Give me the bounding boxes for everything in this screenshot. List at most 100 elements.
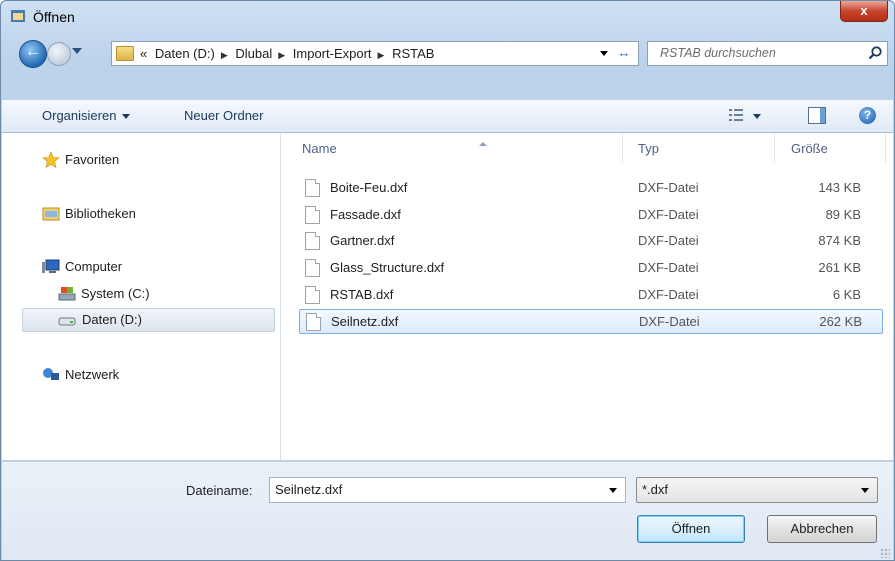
sort-ascending-icon (479, 142, 487, 146)
file-name: Seilnetz.dxf (331, 314, 399, 329)
file-type: DXF-Datei (638, 287, 699, 302)
file-size: 261 KB (818, 260, 861, 275)
main-content: Favoriten Bibliotheken Computer System (… (2, 133, 893, 460)
nav-label: Bibliotheken (65, 206, 136, 221)
breadcrumb-separator-icon[interactable]: ▶ (278, 50, 285, 60)
file-icon (305, 206, 320, 224)
file-row[interactable]: Gartner.dxf DXF-Datei 874 KB (299, 229, 881, 252)
search-icon[interactable] (867, 45, 883, 61)
breadcrumb-separator-icon[interactable]: ▶ (378, 50, 385, 60)
open-file-dialog: Öffnen x ← « Daten (D:) ▶ Dlubal ▶ Import-… (0, 0, 895, 561)
window-title: Öffnen (33, 9, 75, 25)
file-size: 262 KB (819, 314, 862, 329)
column-divider[interactable] (885, 133, 886, 163)
column-label: Name (302, 141, 337, 156)
views-icon[interactable] (729, 109, 743, 121)
dialog-footer: Dateiname: Seilnetz.dxf *.dxf Öffnen Abb… (2, 461, 893, 560)
help-icon[interactable]: ? (859, 107, 876, 124)
address-dropdown-icon[interactable] (600, 51, 608, 56)
navigation-bar: ← « Daten (D:) ▶ Dlubal ▶ Import-Export ▶ R… (11, 38, 888, 68)
breadcrumb-item-rstab[interactable]: RSTAB (392, 46, 434, 61)
file-size: 89 KB (825, 207, 861, 222)
organize-menu[interactable]: Organisieren (42, 108, 131, 123)
nav-item-system-c[interactable]: System (C:) (58, 283, 258, 305)
file-icon (305, 179, 320, 197)
filename-label: Dateiname: (186, 483, 253, 498)
folder-icon (116, 46, 134, 61)
file-list: Name Typ Größe Boite-Feu.dxf DXF-Datei 1… (281, 133, 893, 460)
column-header-size[interactable]: Größe (791, 141, 828, 156)
file-icon (305, 259, 320, 277)
cancel-button[interactable]: Abbrechen (767, 515, 877, 543)
nav-label: Favoriten (65, 152, 120, 167)
filename-combobox[interactable]: Seilnetz.dxf (269, 477, 626, 503)
file-size: 874 KB (818, 233, 861, 248)
nav-item-data-d[interactable]: Daten (D:) (22, 308, 275, 332)
file-name: RSTAB.dxf (330, 287, 394, 302)
file-name: Gartner.dxf (330, 233, 395, 248)
nav-item-network[interactable]: Netzwerk (42, 364, 262, 386)
file-row[interactable]: Fassade.dxf DXF-Datei 89 KB (299, 203, 881, 226)
file-type: DXF-Datei (638, 207, 699, 222)
file-icon (306, 313, 321, 331)
back-arrow-icon: ← (25, 43, 41, 60)
file-size: 143 KB (818, 180, 861, 195)
new-folder-button[interactable]: Neuer Ordner (184, 108, 263, 123)
library-icon (42, 207, 60, 221)
chevron-down-icon (122, 114, 131, 120)
column-header-type[interactable]: Typ (638, 141, 659, 156)
file-row-selected[interactable]: Seilnetz.dxf DXF-Datei 262 KB (299, 309, 883, 334)
file-row[interactable]: Boite-Feu.dxf DXF-Datei 143 KB (299, 176, 881, 199)
nav-label: Computer (65, 259, 123, 274)
file-type-filter-select[interactable]: *.dxf (636, 477, 878, 503)
chevron-down-icon (861, 488, 869, 493)
column-header-name[interactable]: Name (302, 141, 622, 156)
filter-value: *.dxf (642, 482, 669, 497)
file-type: DXF-Datei (639, 314, 700, 329)
preview-pane-icon[interactable] (808, 107, 826, 124)
file-row[interactable]: RSTAB.dxf DXF-Datei 6 KB (299, 283, 881, 306)
nav-label: Netzwerk (65, 367, 120, 382)
close-button[interactable]: x (840, 1, 888, 22)
file-row[interactable]: Glass_Structure.dxf DXF-Datei 261 KB (299, 256, 881, 279)
nav-label: System (C:) (81, 286, 150, 301)
search-input[interactable]: RSTAB durchsuchen (647, 41, 888, 66)
star-icon (42, 152, 60, 168)
breadcrumb: « Daten (D:) ▶ Dlubal ▶ Import-Export ▶ RST… (140, 46, 438, 61)
breadcrumb-overflow[interactable]: « (140, 46, 147, 61)
nav-item-computer[interactable]: Computer (42, 256, 262, 278)
column-divider[interactable] (774, 133, 775, 163)
forward-button[interactable] (47, 42, 71, 66)
breadcrumb-item-daten[interactable]: Daten (D:) (155, 46, 215, 61)
file-type: DXF-Datei (638, 233, 699, 248)
open-button[interactable]: Öffnen (637, 515, 745, 543)
refresh-icon[interactable]: ↔ (614, 45, 634, 61)
organize-label: Organisieren (42, 108, 117, 123)
app-icon (11, 10, 25, 22)
nav-item-favorites[interactable]: Favoriten (42, 149, 262, 171)
command-bar: Organisieren Neuer Ordner ? (2, 99, 893, 133)
resize-grip-icon[interactable] (880, 548, 890, 558)
file-size: 6 KB (832, 287, 861, 302)
chevron-down-icon[interactable] (609, 488, 617, 493)
file-name: Fassade.dxf (330, 207, 401, 222)
computer-icon (42, 259, 60, 273)
breadcrumb-item-import-export[interactable]: Import-Export (293, 46, 372, 61)
drive-icon (58, 317, 76, 326)
file-icon (305, 232, 320, 250)
breadcrumb-separator-icon[interactable]: ▶ (221, 50, 228, 60)
recent-locations-dropdown[interactable] (72, 48, 82, 54)
file-name: Boite-Feu.dxf (330, 180, 408, 195)
file-type: DXF-Datei (638, 180, 699, 195)
address-bar[interactable]: « Daten (D:) ▶ Dlubal ▶ Import-Export ▶ RST… (111, 41, 639, 66)
nav-item-libraries[interactable]: Bibliotheken (42, 203, 262, 225)
back-button[interactable]: ← (19, 40, 47, 68)
views-dropdown-icon[interactable] (753, 114, 761, 119)
nav-label: Daten (D:) (82, 312, 142, 327)
filename-value: Seilnetz.dxf (275, 482, 343, 497)
navigation-pane: Favoriten Bibliotheken Computer System (… (2, 133, 281, 460)
network-icon (43, 368, 59, 380)
title-bar: Öffnen x (1, 1, 894, 33)
breadcrumb-item-dlubal[interactable]: Dlubal (235, 46, 272, 61)
column-divider[interactable] (622, 133, 623, 163)
